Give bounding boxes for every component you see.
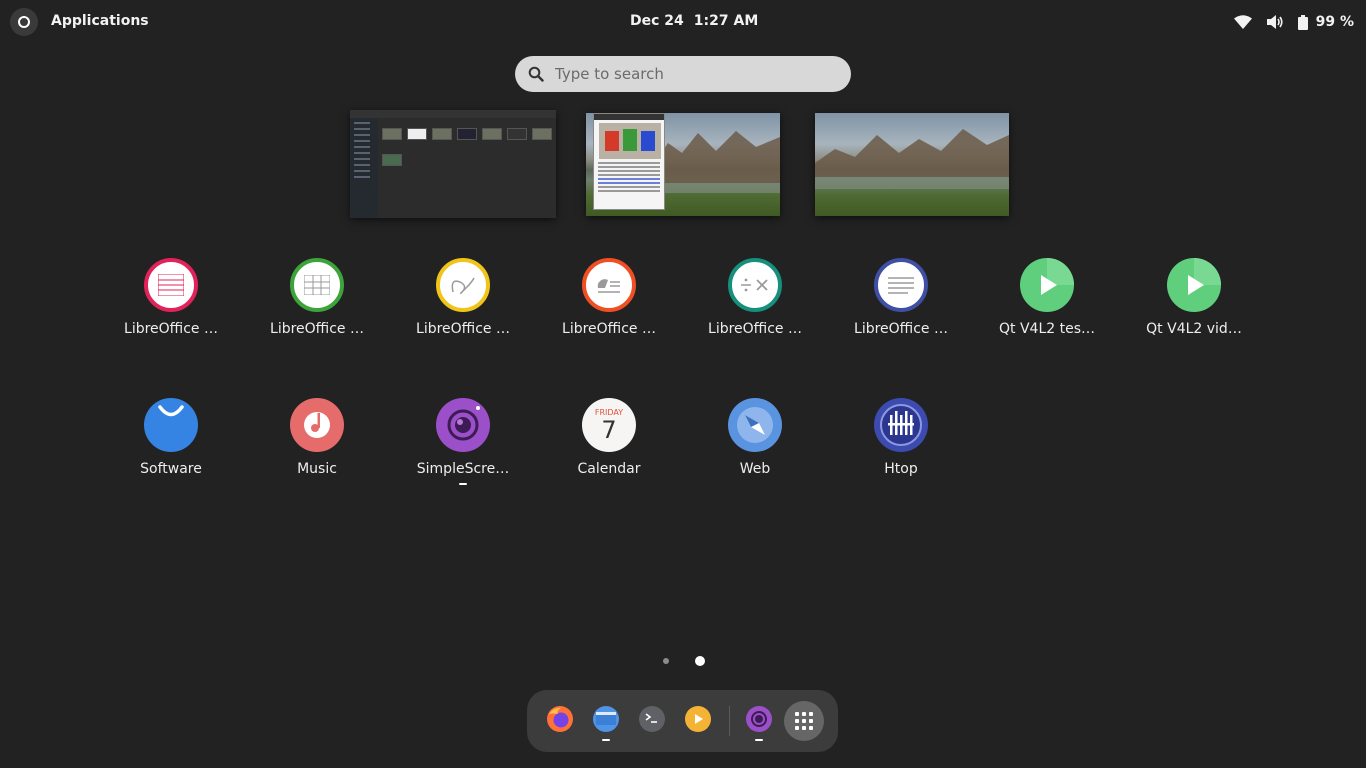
app-qt-v4l2-test[interactable]: Qt V4L2 tes…: [987, 258, 1107, 358]
simplescreenrecorder-icon: [436, 398, 490, 452]
window-header: [350, 110, 556, 118]
running-indicator: [459, 483, 467, 485]
app-music[interactable]: Music: [257, 398, 377, 498]
clock-time: 1:27 AM: [693, 13, 759, 29]
wifi-icon: [1233, 15, 1252, 29]
music-icon: [290, 398, 344, 452]
dash-firefox[interactable]: [546, 705, 574, 733]
app-label: LibreOffice …: [854, 321, 948, 337]
workspace-thumbnail-3[interactable]: [815, 113, 1009, 216]
page-indicator-2[interactable]: [695, 656, 705, 666]
app-web[interactable]: Web: [695, 398, 815, 498]
app-label: Web: [739, 461, 771, 477]
app-label: LibreOffice …: [416, 321, 510, 337]
files-icon: [593, 706, 619, 732]
battery-percentage: 99 %: [1315, 14, 1354, 30]
videos-icon: [685, 706, 711, 732]
file-manager-sidebar: [350, 118, 378, 218]
app-label: Calendar: [577, 461, 641, 477]
app-libreoffice-draw[interactable]: LibreOffice …: [403, 258, 523, 358]
app-libreoffice-base[interactable]: LibreOffice …: [841, 258, 961, 358]
file-thumbnail: [507, 128, 527, 140]
app-libreoffice-impress[interactable]: LibreOffice …: [549, 258, 669, 358]
libreoffice-draw-icon: [436, 258, 490, 312]
app-label: LibreOffice …: [708, 321, 802, 337]
running-indicator: [755, 739, 763, 741]
software-icon: [144, 398, 198, 452]
web-icon: [728, 398, 782, 452]
app-libreoffice-math[interactable]: LibreOffice …: [695, 258, 815, 358]
volume-icon: [1266, 15, 1283, 29]
app-label: Qt V4L2 tes…: [999, 321, 1095, 337]
file-thumbnail: [457, 128, 477, 140]
workspace-thumbnail-1[interactable]: [350, 110, 556, 218]
app-label: Software: [140, 461, 202, 477]
htop-icon: [874, 398, 928, 452]
running-indicator: [602, 739, 610, 741]
app-qt-v4l2-video[interactable]: Qt V4L2 vid…: [1134, 258, 1254, 358]
libreoffice-calc-icon: [290, 258, 344, 312]
app-software[interactable]: Software: [111, 398, 231, 498]
qt-v4l2-video-icon: [1167, 258, 1221, 312]
app-menu-label[interactable]: Applications: [51, 13, 149, 29]
simplescreenrecorder-icon: [746, 706, 772, 732]
app-simplescreenrecorder[interactable]: SimpleScre…: [403, 398, 523, 498]
file-thumbnail: [382, 128, 402, 140]
app-label: Music: [297, 461, 337, 477]
file-thumbnail: [407, 128, 427, 140]
file-thumbnail: [532, 128, 552, 140]
search-icon: [528, 66, 544, 82]
qt-v4l2-test-icon: [1020, 258, 1074, 312]
ssr-logo: [599, 123, 661, 159]
file-thumbnail: [432, 128, 452, 140]
search-input[interactable]: [555, 62, 835, 86]
app-libreoffice-writer[interactable]: LibreOffice …: [111, 258, 231, 358]
calendar-icon: FRIDAY 7: [582, 398, 636, 452]
file-thumbnail: [382, 154, 402, 166]
dash: [527, 690, 838, 752]
dash-separator: [729, 706, 730, 736]
dash-simplescreenrecorder[interactable]: [745, 705, 773, 733]
calendar-day: 7: [601, 416, 617, 444]
app-label: Qt V4L2 vid…: [1146, 321, 1242, 337]
system-tray[interactable]: 99 %: [1233, 12, 1354, 32]
app-libreoffice-calc[interactable]: LibreOffice …: [257, 258, 377, 358]
simplescreenrecorder-window[interactable]: [593, 113, 665, 210]
battery-icon: [1297, 14, 1308, 30]
app-label: LibreOffice …: [562, 321, 656, 337]
app-grid-icon: [795, 712, 813, 730]
clock[interactable]: Dec 24 1:27 AM: [630, 13, 758, 29]
wallpaper: [815, 113, 1009, 216]
libreoffice-impress-icon: [582, 258, 636, 312]
search-bar[interactable]: [515, 56, 851, 92]
app-calendar[interactable]: FRIDAY 7 Calendar: [549, 398, 669, 498]
app-label: SimpleScre…: [416, 461, 510, 477]
libreoffice-writer-icon: [144, 258, 198, 312]
battery-indicator: 99 %: [1297, 14, 1354, 30]
show-applications-button[interactable]: [784, 701, 824, 741]
app-label: Htop: [884, 461, 918, 477]
clock-date: Dec 24: [630, 13, 684, 29]
dash-files[interactable]: [592, 705, 620, 733]
app-label: LibreOffice …: [124, 321, 218, 337]
activities-icon: [18, 16, 30, 28]
app-htop[interactable]: Htop: [841, 398, 961, 498]
dash-videos[interactable]: [684, 705, 712, 733]
libreoffice-math-icon: [728, 258, 782, 312]
libreoffice-base-icon: [874, 258, 928, 312]
dash-terminal[interactable]: [638, 705, 666, 733]
file-thumbnail: [482, 128, 502, 140]
activities-button[interactable]: [10, 8, 38, 36]
terminal-icon: [639, 706, 665, 732]
workspace-thumbnail-2[interactable]: [586, 113, 780, 216]
firefox-icon: [547, 706, 573, 732]
top-bar: Applications Dec 24 1:27 AM 99 %: [0, 0, 1366, 44]
app-label: LibreOffice …: [270, 321, 364, 337]
page-indicator-1[interactable]: [663, 658, 669, 664]
